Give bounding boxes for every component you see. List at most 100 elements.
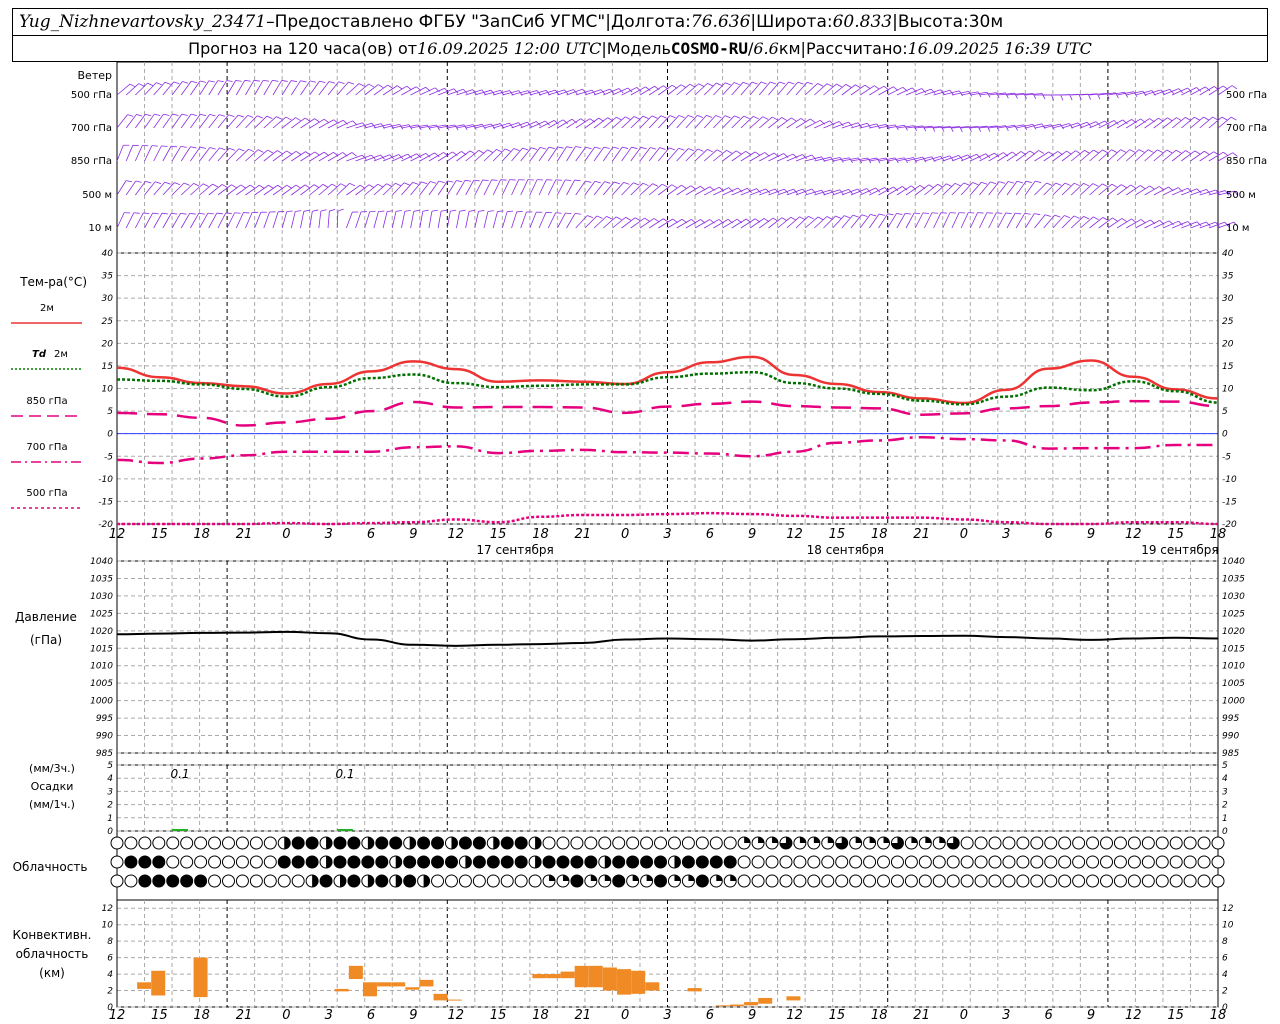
pressure-panel-ytick-left: 1020 (90, 627, 113, 637)
wind-barb (529, 147, 541, 162)
wind-barb (483, 123, 501, 129)
cloud-symbol-fill (417, 837, 430, 849)
wind-barb-feather (172, 113, 179, 116)
wind-barb-feather (1102, 217, 1109, 221)
hour-label-bottom: 15 (829, 1008, 846, 1023)
wind-barb-feather (329, 81, 335, 84)
conv-panel-ytick-left: 2 (107, 987, 113, 997)
conv-bar (391, 982, 406, 987)
wind-barb (869, 213, 880, 229)
wind-barb (694, 115, 707, 129)
cloud-symbol (1002, 874, 1016, 888)
cloud-symbol (166, 855, 180, 869)
conv-bar (137, 982, 152, 989)
wind-barb-feather (152, 212, 159, 215)
wind-barb (630, 147, 642, 162)
wind-barb-feather (191, 80, 198, 84)
wind-barb (703, 115, 717, 129)
wind-barb-feather (604, 181, 611, 184)
wind-barb-feather (221, 184, 228, 188)
wind-barb-feather (914, 212, 921, 215)
wind-barb (1144, 89, 1161, 96)
wind-barb (474, 211, 479, 229)
wind-barb-feather (1046, 182, 1053, 186)
wind-barb (805, 156, 822, 162)
temp-panel-ytick-right: 40 (1222, 249, 1234, 259)
cloud-symbol-fill (138, 856, 151, 868)
wind-barb-feather (905, 212, 912, 215)
wind-barb-feather (312, 209, 319, 212)
wind-barb-feather (304, 184, 311, 189)
conv-panel-ytick-left: 6 (107, 954, 113, 964)
wind-barb (538, 179, 547, 196)
wind-barb-feather (681, 184, 687, 189)
conv-bar (758, 997, 773, 1004)
hour-label-bottom: 21 (575, 1008, 592, 1023)
hour-label-top: 6 (367, 527, 375, 542)
wind-barb (125, 145, 134, 162)
pressure-panel-ytick-left: 1010 (90, 662, 113, 672)
wind-barb (190, 213, 200, 229)
wind-barb-feather (724, 115, 731, 119)
cloud-symbol (1044, 855, 1058, 869)
wind-barb-feather (1111, 149, 1117, 153)
cloud-symbol (946, 874, 960, 888)
wind-barb-feather (548, 146, 555, 149)
cloud-symbol (1127, 874, 1141, 888)
hour-label-top: 6 (706, 527, 714, 542)
hour-label-bottom: 9 (748, 1008, 756, 1023)
wind-barb-feather (240, 184, 247, 189)
wind-barb (245, 115, 258, 129)
wind-barb-feather (835, 215, 842, 219)
cloud-symbol-fill (431, 856, 444, 868)
conv-bar (715, 1005, 730, 1007)
cloud-symbol-fill (688, 875, 695, 881)
wind-barb-feather (652, 183, 659, 187)
legend-label: 850 гПа (26, 396, 67, 407)
wind-barb-feather (659, 147, 666, 150)
cloud-symbol-fill (535, 837, 542, 849)
wind-barb (914, 212, 924, 229)
wind-barb (575, 215, 588, 229)
precip-annotation: 0.1 (335, 767, 354, 781)
wind-barb-feather (810, 118, 816, 123)
wind-barb (1116, 119, 1132, 129)
wind-barb-feather (594, 146, 601, 149)
wind-barb-feather (1221, 116, 1228, 121)
precip-unit-top: (мм/3ч.) (29, 762, 75, 775)
wind-barb (134, 212, 144, 229)
wind-barb-feather (864, 84, 871, 89)
cloud-symbol-fill (654, 856, 667, 868)
cloud-symbol (960, 836, 974, 850)
hour-label-bottom: 0 (960, 1008, 968, 1023)
hour-label-bottom: 18 (193, 1008, 210, 1023)
cloud-symbol-fill (883, 837, 890, 843)
wind-barb-feather (277, 184, 283, 189)
temp-panel-ytick-right: 20 (1222, 339, 1234, 349)
wind-barb (153, 145, 162, 162)
wind-barb-feather (1147, 149, 1154, 153)
wind-barb-feather (972, 182, 979, 186)
wind-barb (896, 213, 906, 229)
cloud-symbol (1197, 874, 1211, 888)
wind-barb (1089, 120, 1106, 129)
wind-barb-feather (244, 79, 251, 82)
cloud-symbol (821, 855, 835, 869)
cloud-symbol (863, 874, 877, 888)
wind-barb-feather (807, 81, 813, 85)
wind-barb-feather (1045, 214, 1051, 217)
wind-barb (171, 146, 182, 162)
pressure-panel-ytick-left: 995 (96, 714, 113, 724)
wind-barb (979, 152, 995, 162)
wind-barb (878, 157, 896, 162)
wind-barb (1024, 213, 1035, 229)
wind-barb-feather (229, 147, 235, 151)
hour-label-top: 3 (325, 527, 333, 542)
hour-label-top: 15 (1167, 527, 1184, 542)
wind-barb-feather (1069, 94, 1073, 101)
legend-label: 500 гПа (26, 488, 67, 499)
hour-label-top: 0 (621, 527, 629, 542)
wind-barb-feather (990, 181, 997, 185)
conv-bar (602, 967, 617, 991)
wind-barb-feather (198, 212, 205, 215)
